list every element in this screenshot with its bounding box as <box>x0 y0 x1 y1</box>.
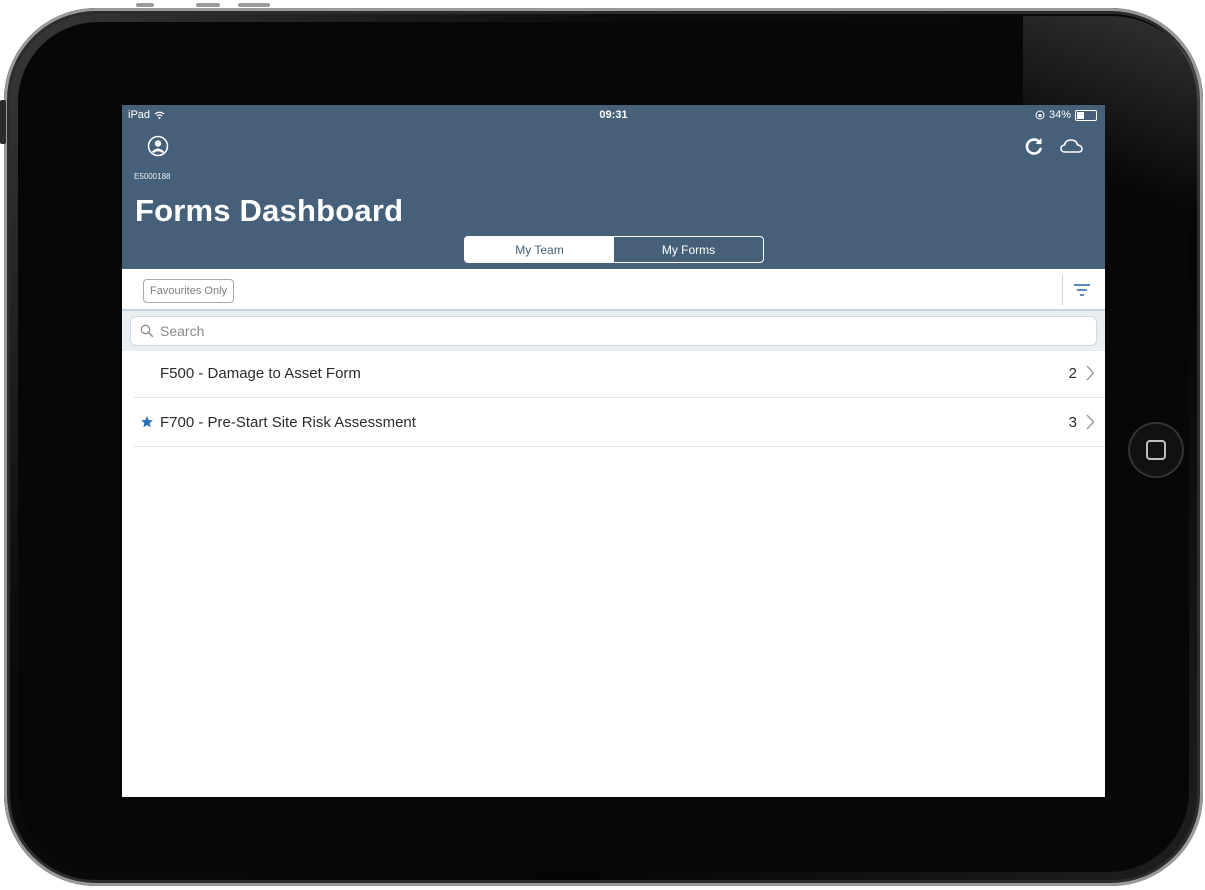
user-id-label: E5000188 <box>134 172 171 181</box>
battery-level <box>1077 111 1084 119</box>
volume-button <box>136 3 154 7</box>
side-switch <box>0 100 6 144</box>
filter-divider <box>1062 275 1063 305</box>
forms-list: F500 - Damage to Asset Form 2 F700 - Pre… <box>122 349 1105 447</box>
orientation-lock-icon <box>1035 110 1045 120</box>
chevron-right-icon <box>1086 365 1095 381</box>
form-count: 3 <box>1068 413 1077 431</box>
tab-my-forms[interactable]: My Forms <box>614 237 763 262</box>
battery-icon <box>1075 109 1097 121</box>
page-title: Forms Dashboard <box>135 193 404 228</box>
app-screen: iPad 09:31 34% E5000188 Forms Dashboard … <box>122 105 1105 797</box>
home-button-square-icon <box>1146 440 1166 460</box>
avatar-icon <box>147 135 169 157</box>
form-title: F700 - Pre-Start Site Risk Assessment <box>160 413 416 431</box>
refresh-icon <box>1025 138 1042 155</box>
tab-my-team[interactable]: My Team <box>465 237 614 262</box>
favourites-only-button[interactable]: Favourites Only <box>143 279 235 303</box>
form-count: 2 <box>1068 364 1077 382</box>
chevron-right-icon <box>1086 414 1095 430</box>
cloud-icon <box>1060 139 1083 153</box>
filter-bar: Favourites Only <box>122 269 1105 311</box>
refresh-button[interactable] <box>1023 135 1045 157</box>
search-box <box>130 316 1097 346</box>
avatar-button[interactable] <box>147 135 169 157</box>
team-forms-segmented-control: My Team My Forms <box>464 236 764 263</box>
power-button <box>238 3 270 7</box>
list-item[interactable]: F500 - Damage to Asset Form 2 <box>134 349 1105 398</box>
home-button[interactable] <box>1128 422 1184 478</box>
search-input[interactable] <box>158 322 1062 340</box>
star-icon <box>141 416 153 428</box>
list-item[interactable]: F700 - Pre-Start Site Risk Assessment 3 <box>134 398 1105 447</box>
volume-button <box>196 3 220 7</box>
status-right: 34% <box>1035 109 1097 121</box>
status-bar: iPad 09:31 34% <box>122 105 1105 125</box>
app-header: iPad 09:31 34% E5000188 Forms Dashboard … <box>122 105 1105 269</box>
sync-cloud-button[interactable] <box>1059 135 1085 157</box>
filter-icon[interactable] <box>1073 282 1091 298</box>
favourite-slot <box>134 415 160 429</box>
battery-percent: 34% <box>1048 109 1071 121</box>
status-time: 09:31 <box>599 109 628 121</box>
search-bar <box>122 311 1105 351</box>
search-icon <box>140 324 154 338</box>
form-title: F500 - Damage to Asset Form <box>160 364 361 382</box>
